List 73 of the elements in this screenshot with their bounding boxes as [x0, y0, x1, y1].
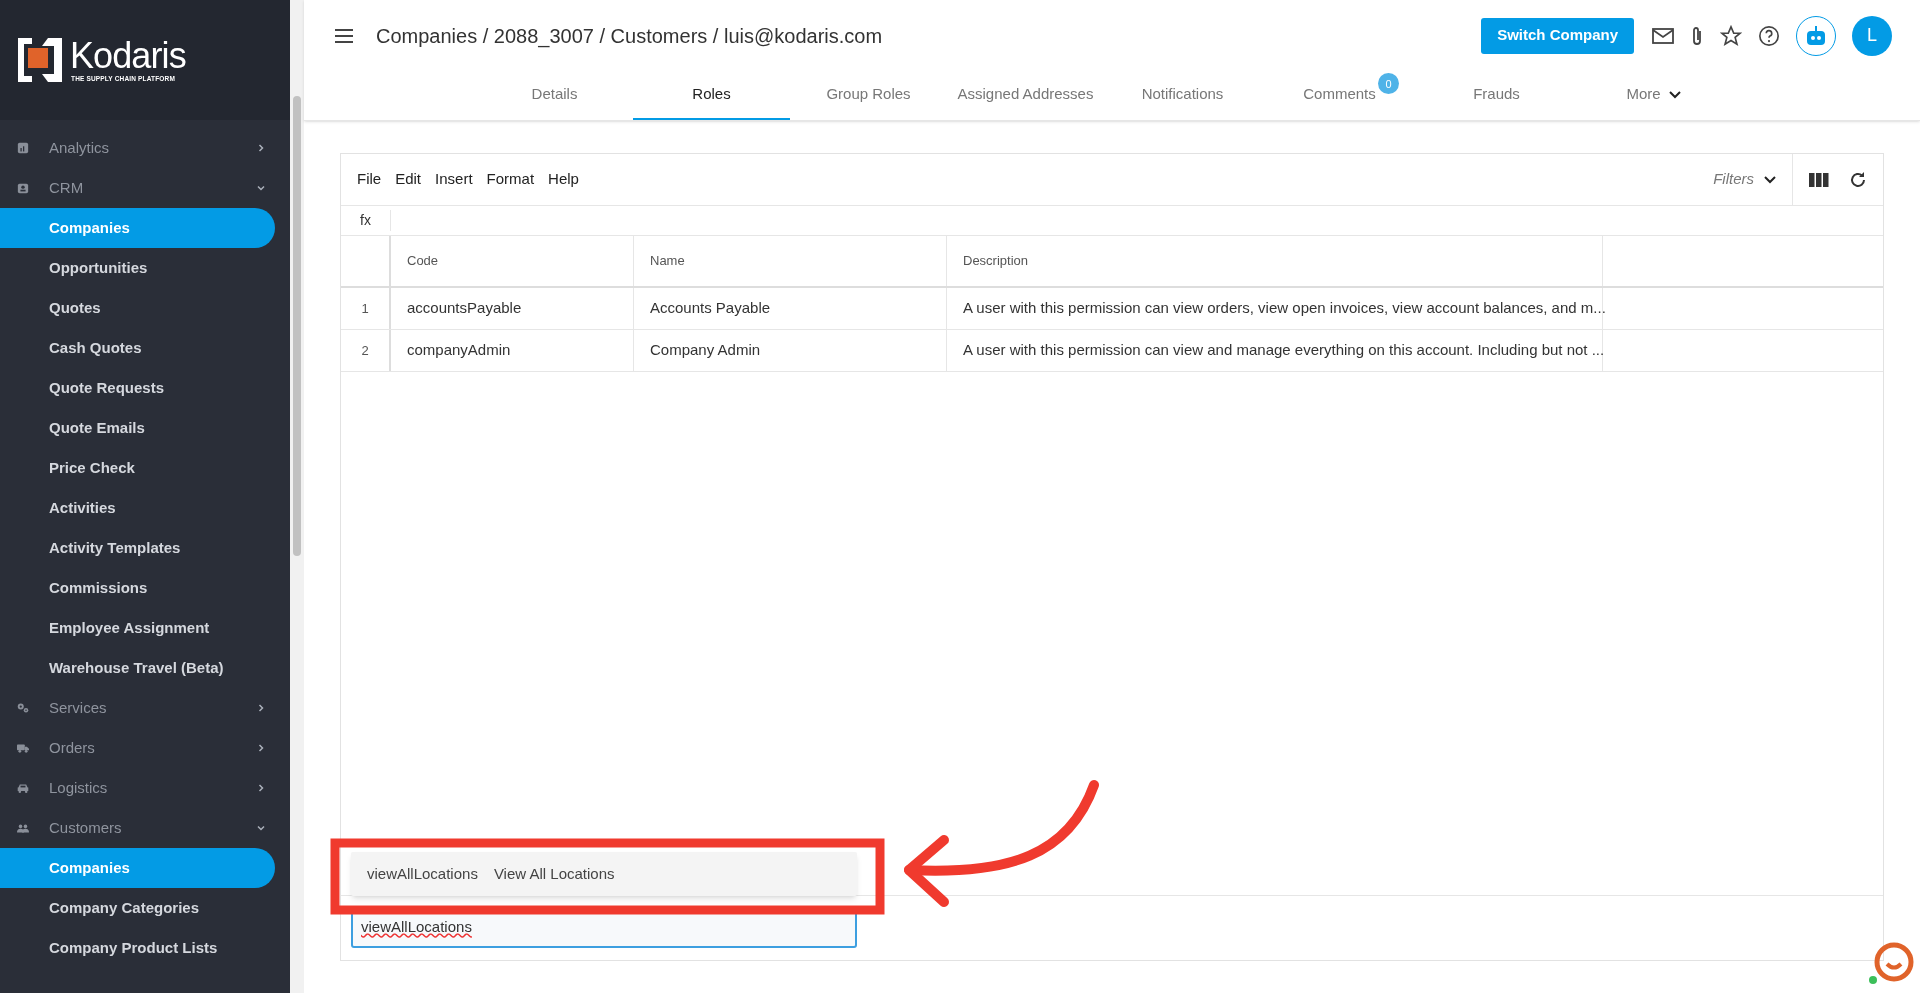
menu-icon[interactable] — [334, 27, 354, 44]
column-header[interactable]: Name — [634, 236, 947, 286]
chevron-down-icon — [1764, 175, 1776, 184]
mail-icon[interactable] — [1652, 26, 1674, 45]
table-cell: Company Admin — [634, 330, 947, 371]
sidebar-item[interactable]: Cash Quotes — [0, 328, 275, 368]
sidebar-group[interactable]: Customers — [0, 808, 290, 848]
refresh-icon[interactable] — [1849, 170, 1867, 189]
star-icon[interactable] — [1720, 24, 1742, 47]
formula-label: fx — [341, 210, 391, 231]
sidebar-item[interactable]: Quote Requests — [0, 368, 275, 408]
sidebar-group[interactable]: Orders — [0, 728, 290, 768]
tab[interactable]: Frauds — [1418, 71, 1575, 120]
paperclip-icon[interactable] — [1690, 24, 1704, 47]
chevron-down-icon — [256, 183, 266, 193]
sidebar-group[interactable]: Logistics — [0, 768, 290, 808]
sidebar-item[interactable]: Opportunities — [0, 248, 275, 288]
menu-item[interactable]: Help — [548, 168, 579, 191]
table-cell: companyAdmin — [391, 330, 634, 371]
tab[interactable]: Notifications — [1104, 71, 1261, 120]
chevron-right-icon — [256, 143, 266, 153]
suggestion-item[interactable]: viewAllLocations View All Locations — [351, 852, 857, 896]
sidebar-item[interactable]: Warehouse Travel (Beta) — [0, 648, 275, 688]
sidebar-item[interactable]: Quote Emails — [0, 408, 275, 448]
chat-icon[interactable] — [1868, 940, 1914, 986]
menu-item[interactable]: File — [357, 168, 382, 191]
chevron-down-icon — [256, 823, 266, 833]
breadcrumb: Companies / 2088_3007 / Customers / luis@kodaris.com — [376, 23, 884, 50]
tab[interactable]: Comments 0 — [1261, 71, 1418, 120]
table-cell: accountsPayable — [391, 288, 634, 329]
table-cell: Accounts Payable — [634, 288, 947, 329]
table-cell: A user with this permission can view and manage everything on this account. Including but not ... — [947, 330, 1603, 371]
tab[interactable]: Details — [476, 71, 633, 120]
row-number: 1 — [341, 288, 391, 329]
sidebar-item[interactable]: Price Check — [0, 448, 275, 488]
column-header[interactable]: Description — [947, 236, 1603, 286]
tab[interactable]: More — [1575, 71, 1732, 120]
sidebar-item[interactable]: Activity Templates — [0, 528, 275, 568]
count-badge: 0 — [1378, 73, 1399, 95]
tab[interactable]: Assigned Addresses — [947, 71, 1104, 120]
robot-icon — [1805, 25, 1827, 46]
filters-dropdown[interactable]: Filters — [1713, 168, 1792, 191]
gears-icon — [17, 701, 29, 715]
sidebar-item[interactable]: Activities — [0, 488, 275, 528]
sidebar-group[interactable]: Services — [0, 688, 290, 728]
sidebar-item[interactable]: Commissions — [0, 568, 275, 608]
sidebar-item[interactable]: Company Categories — [0, 888, 275, 928]
brand-name: Kodaris — [70, 37, 186, 74]
chevron-down-icon — [1668, 90, 1681, 99]
suggestion-name: View All Locations — [493, 863, 615, 884]
suggestion-code: viewAllLocations — [367, 863, 478, 884]
table-cell: A user with this permission can view orders, view open invoices, view account balances, and m... — [947, 288, 1603, 329]
chart-icon — [17, 141, 29, 155]
sidebar-group[interactable]: Analytics — [0, 128, 290, 168]
chevron-right-icon — [256, 703, 266, 713]
column-header[interactable]: Code — [391, 236, 634, 286]
sidebar-item[interactable]: Company Product Lists — [0, 928, 275, 968]
menu-item[interactable]: Insert — [435, 168, 473, 191]
help-icon[interactable] — [1758, 24, 1780, 47]
menu-item[interactable]: Edit — [395, 168, 422, 191]
sidebar-group[interactable]: CRM — [0, 168, 290, 208]
id-badge-icon — [17, 181, 29, 195]
columns-icon[interactable] — [1809, 171, 1829, 188]
logo-icon — [18, 38, 62, 82]
sidebar-item[interactable]: Employee Assignment — [0, 608, 275, 648]
sidebar-item[interactable]: Quotes — [0, 288, 275, 328]
tab[interactable]: Group Roles — [790, 71, 947, 120]
tab[interactable]: Roles — [633, 71, 790, 120]
chevron-right-icon — [256, 783, 266, 793]
menu-item[interactable]: Format — [486, 168, 535, 191]
row-number: 2 — [341, 330, 391, 371]
chevron-right-icon — [256, 743, 266, 753]
scrollbar[interactable] — [290, 0, 304, 993]
